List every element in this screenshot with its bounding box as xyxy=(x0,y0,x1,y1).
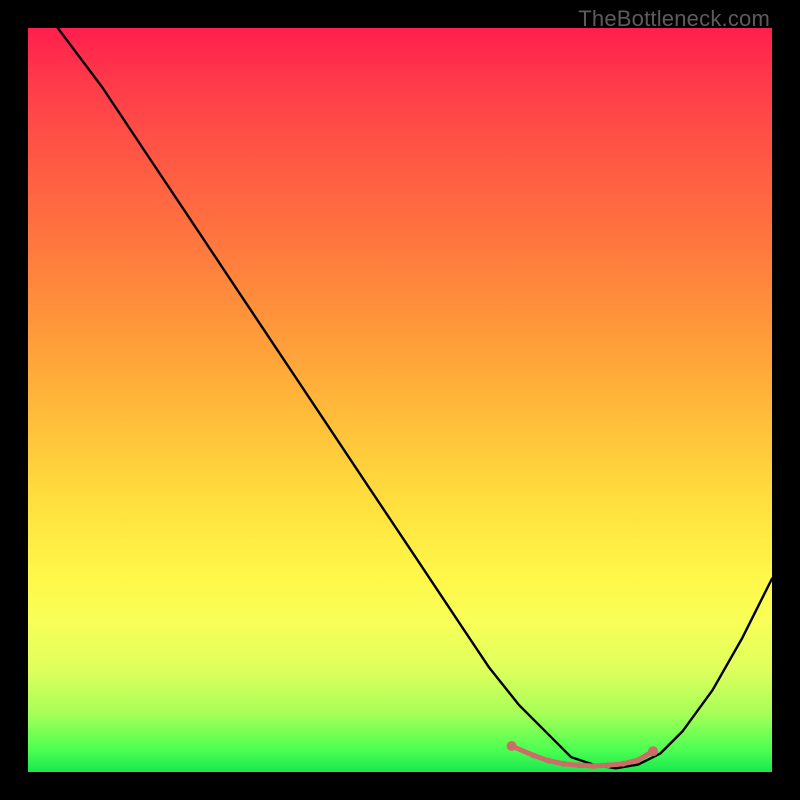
bottleneck-curve xyxy=(58,28,772,768)
watermark-text: TheBottleneck.com xyxy=(578,6,770,32)
chart-svg xyxy=(28,28,772,772)
